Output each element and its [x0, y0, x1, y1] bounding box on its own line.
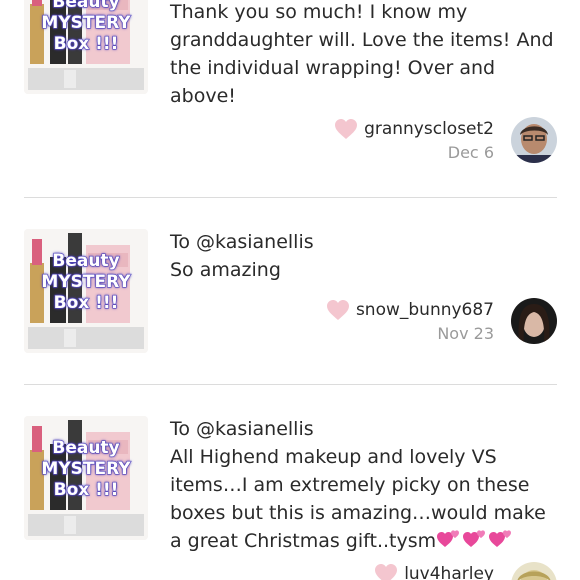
avatar-image: [511, 117, 557, 163]
two-hearts-emoji-icon: [437, 530, 460, 547]
author-username[interactable]: snow_bunny687: [356, 300, 494, 320]
heart-icon[interactable]: [326, 299, 350, 321]
review-recipient[interactable]: To @kasianellis: [170, 416, 314, 442]
makeup-products-image: [24, 0, 148, 94]
heart-icon[interactable]: [334, 118, 358, 140]
review-date: Nov 23: [437, 324, 494, 343]
two-hearts-emoji-icon: [489, 530, 512, 547]
author-username[interactable]: grannyscloset2: [364, 119, 494, 139]
divider: [24, 384, 557, 385]
review-text: All Highend makeup and lovely VS items…I…: [170, 443, 562, 555]
product-thumbnail[interactable]: Beauty MYSTERY Box !!!: [24, 229, 148, 353]
author-avatar[interactable]: [511, 562, 557, 580]
makeup-products-image: [24, 416, 148, 540]
review-recipient[interactable]: To @kasianellis: [170, 229, 314, 255]
avatar-image: [511, 562, 557, 580]
makeup-products-image: [24, 229, 148, 353]
review-date: Dec 6: [447, 143, 494, 162]
author-username[interactable]: luv4harley: [404, 564, 494, 580]
review-text: Thank you so much! I know my granddaught…: [170, 1, 554, 107]
author-avatar[interactable]: [511, 298, 557, 344]
product-thumbnail[interactable]: Beauty MYSTERY Box !!!: [24, 0, 148, 94]
heart-icon[interactable]: [374, 563, 398, 580]
author-row: snow_bunny687: [326, 298, 494, 322]
author-avatar[interactable]: [511, 117, 557, 163]
avatar-image: [511, 298, 557, 344]
author-row: grannyscloset2: [334, 117, 494, 141]
two-hearts-emoji-icon: [463, 530, 486, 547]
author-row: luv4harley: [374, 562, 494, 580]
divider: [24, 197, 557, 198]
reviews-feed: Beauty MYSTERY Box !!! Thank you so much…: [0, 0, 580, 580]
product-thumbnail[interactable]: Beauty MYSTERY Box !!!: [24, 416, 148, 540]
review-text: So amazing: [170, 259, 281, 281]
